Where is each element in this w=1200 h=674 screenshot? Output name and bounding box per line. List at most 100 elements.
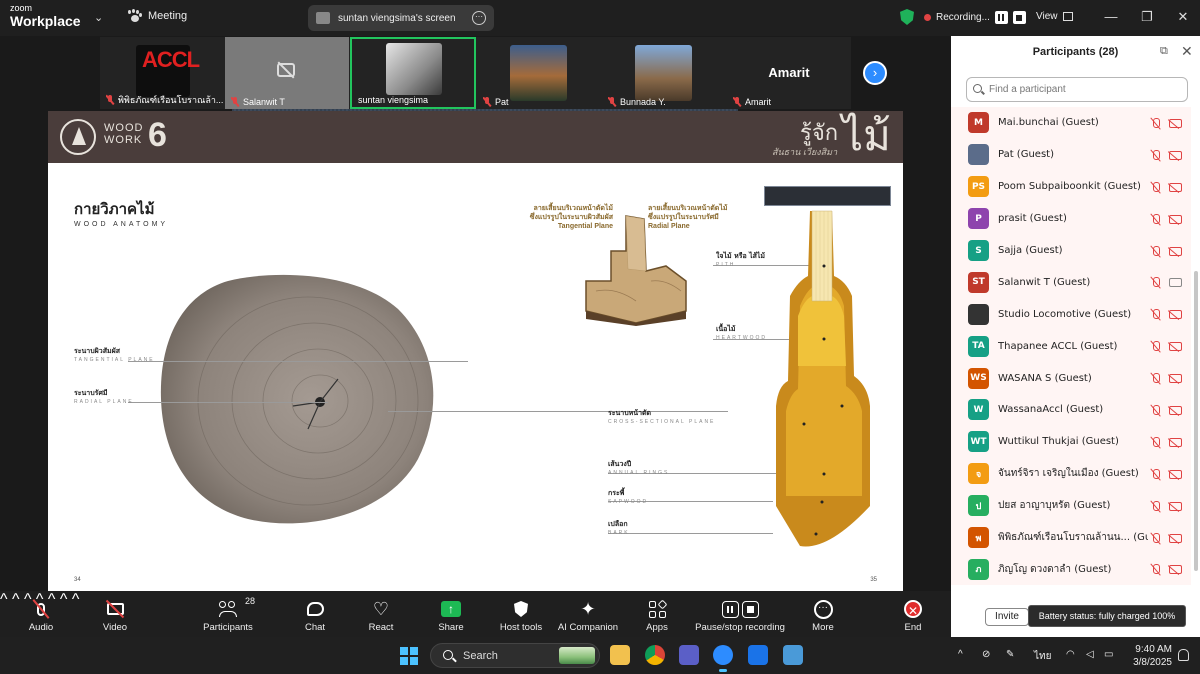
video-options-caret[interactable]: ^ xyxy=(12,591,20,608)
video-tile[interactable]: Salanwit T xyxy=(225,37,349,109)
video-tile[interactable]: Bunnada Y. xyxy=(602,37,726,109)
mic-muted-icon[interactable] xyxy=(1151,149,1160,161)
meeting-button[interactable]: Meeting xyxy=(128,10,187,22)
participant-row[interactable]: PS Poom Subpaiboonkit (Guest) xyxy=(951,170,1191,203)
camera-off-icon[interactable] xyxy=(1169,374,1182,384)
camera-off-icon[interactable] xyxy=(1169,342,1182,352)
stop-recording-icon[interactable] xyxy=(1012,11,1026,24)
participant-row[interactable]: ST Salanwit T (Guest) xyxy=(951,266,1191,299)
camera-off-icon[interactable] xyxy=(1169,406,1182,416)
camera-off-icon[interactable] xyxy=(1169,182,1182,192)
chat-button[interactable]: Chat xyxy=(300,591,330,637)
zoom-brand[interactable]: zoom Workplace xyxy=(10,4,81,29)
mic-muted-icon[interactable] xyxy=(1151,564,1160,575)
camera-off-icon[interactable] xyxy=(1169,310,1182,320)
share-button[interactable]: ↑ Share xyxy=(436,591,466,637)
participant-row[interactable]: ป ปยส อาญาบุหรัต (Guest) xyxy=(951,489,1191,522)
participant-row[interactable]: W WassanaAccl (Guest) xyxy=(951,394,1191,426)
pause-stop-recording-button[interactable]: Pause/stop recording xyxy=(692,591,788,637)
more-button[interactable]: ··· More xyxy=(808,591,838,637)
camera-off-icon[interactable] xyxy=(1169,150,1182,160)
camera-off-icon[interactable] xyxy=(1169,533,1182,543)
mic-muted-icon[interactable] xyxy=(1151,309,1160,320)
video-tile[interactable]: Pat xyxy=(477,37,601,109)
audio-options-caret[interactable]: ^ xyxy=(0,591,8,608)
language-indicator[interactable]: ไทย xyxy=(1034,649,1051,664)
taskbar-search[interactable]: Search xyxy=(430,643,600,668)
share-options-caret[interactable]: ^ xyxy=(60,591,68,608)
mic-muted-icon[interactable] xyxy=(1151,118,1160,129)
photos-icon[interactable] xyxy=(748,645,768,665)
video-button[interactable]: Video xyxy=(100,591,130,637)
video-tile[interactable]: ACCL พิพิธภัณฑ์เรือนโบราณล้า... xyxy=(100,37,224,109)
participant-row[interactable]: Pprasit (Guest) xyxy=(951,202,1191,235)
screen-share-pill[interactable]: suntan viengsima's screen ··· xyxy=(308,5,494,31)
network-off-icon[interactable]: ⊘ xyxy=(982,649,990,660)
show-hidden-icons[interactable]: ^ xyxy=(958,649,963,660)
camera-off-icon[interactable] xyxy=(1169,501,1182,511)
clock[interactable]: 9:40 AM 3/8/2025 xyxy=(1128,643,1172,669)
apps-options-caret[interactable]: ^ xyxy=(72,591,80,608)
restore-icon[interactable]: ❐ xyxy=(1140,9,1154,25)
chevron-down-icon[interactable]: ⌄ xyxy=(94,11,103,24)
participant-row[interactable]: ภ ภิญโญ ดวงดาลำ (Guest) xyxy=(951,553,1191,586)
camera-off-icon[interactable] xyxy=(1169,246,1182,256)
pen-icon[interactable]: ✎ xyxy=(1006,649,1014,660)
ai-companion-button[interactable]: ✦ AI Companion xyxy=(556,591,620,637)
camera-icon[interactable] xyxy=(1169,278,1182,288)
video-tile-active[interactable]: suntan viengsima xyxy=(350,37,476,109)
windows-start-icon[interactable] xyxy=(400,647,418,665)
participant-row[interactable]: พ พิพิธภัณฑ์เรือนโบราณล้านน... (Guest) xyxy=(951,521,1191,554)
chrome-icon[interactable] xyxy=(645,645,665,665)
participant-row[interactable]: M Mai.bunchai (Guest) xyxy=(951,107,1191,139)
mic-muted-icon[interactable] xyxy=(1151,532,1160,544)
participant-row[interactable]: TA Thapanee ACCL (Guest) xyxy=(951,330,1191,363)
close-window-icon[interactable]: ✕ xyxy=(1176,9,1190,25)
mic-muted-icon[interactable] xyxy=(1151,341,1160,352)
teams-icon[interactable] xyxy=(679,645,699,665)
apps-button[interactable]: Apps xyxy=(642,591,672,637)
camera-off-icon[interactable] xyxy=(1169,214,1182,224)
camera-off-icon[interactable] xyxy=(1169,469,1182,479)
mic-muted-icon[interactable] xyxy=(1151,405,1160,416)
video-tile[interactable]: Amarit Amarit xyxy=(727,37,851,109)
mic-muted-icon[interactable] xyxy=(1151,468,1160,480)
battery-icon[interactable]: ▭ xyxy=(1104,649,1113,660)
mic-muted-icon[interactable] xyxy=(1151,277,1160,288)
invite-button[interactable]: Invite xyxy=(985,608,1029,626)
find-participant-input[interactable]: Find a participant xyxy=(966,77,1188,102)
end-button[interactable]: ✕ End xyxy=(898,591,928,637)
participant-row[interactable]: WT Wuttikul Thukjai (Guest) xyxy=(951,425,1191,458)
pause-recording-icon[interactable] xyxy=(994,11,1008,24)
participant-row[interactable]: จ จันทร์จิรา เจริญในเมือง (Guest) xyxy=(951,457,1191,490)
audio-button[interactable]: Audio xyxy=(26,591,56,637)
camera-off-icon[interactable] xyxy=(1169,565,1182,575)
volume-icon[interactable]: ◁ xyxy=(1086,649,1094,660)
close-panel-icon[interactable]: ✕ xyxy=(1181,43,1193,60)
notepad-icon[interactable] xyxy=(783,645,803,665)
camera-off-icon[interactable] xyxy=(1169,119,1182,128)
more-options-icon[interactable]: ··· xyxy=(472,11,486,25)
mic-muted-icon[interactable] xyxy=(1151,436,1160,448)
zoom-taskbar-icon[interactable] xyxy=(713,645,733,672)
participant-row[interactable]: WS WASANA S (Guest) xyxy=(951,362,1191,395)
mic-muted-icon[interactable] xyxy=(1151,181,1160,193)
next-page-arrow-icon[interactable]: › xyxy=(863,61,887,85)
react-button[interactable]: ♡ React xyxy=(366,591,396,637)
shield-icon[interactable] xyxy=(900,9,914,25)
wifi-icon[interactable]: ◠ xyxy=(1066,649,1075,660)
participant-row[interactable]: S Sajja (Guest) xyxy=(951,234,1191,267)
participant-row[interactable]: Studio Locomotive (Guest) xyxy=(951,298,1191,331)
mic-muted-icon[interactable] xyxy=(1151,373,1160,384)
file-explorer-icon[interactable] xyxy=(610,645,630,665)
view-button[interactable]: View xyxy=(1036,11,1073,22)
minimize-icon[interactable]: — xyxy=(1104,9,1118,24)
scrollbar[interactable] xyxy=(1194,271,1198,571)
mic-muted-icon[interactable] xyxy=(1151,213,1160,225)
host-tools-button[interactable]: Host tools xyxy=(496,591,546,637)
mic-muted-icon[interactable] xyxy=(1151,245,1160,257)
pop-out-icon[interactable]: ⧉ xyxy=(1160,45,1168,58)
participant-row[interactable]: Pat (Guest) xyxy=(951,138,1191,171)
camera-off-icon[interactable] xyxy=(1169,437,1182,447)
participants-button[interactable]: 28 Participants xyxy=(200,591,256,637)
